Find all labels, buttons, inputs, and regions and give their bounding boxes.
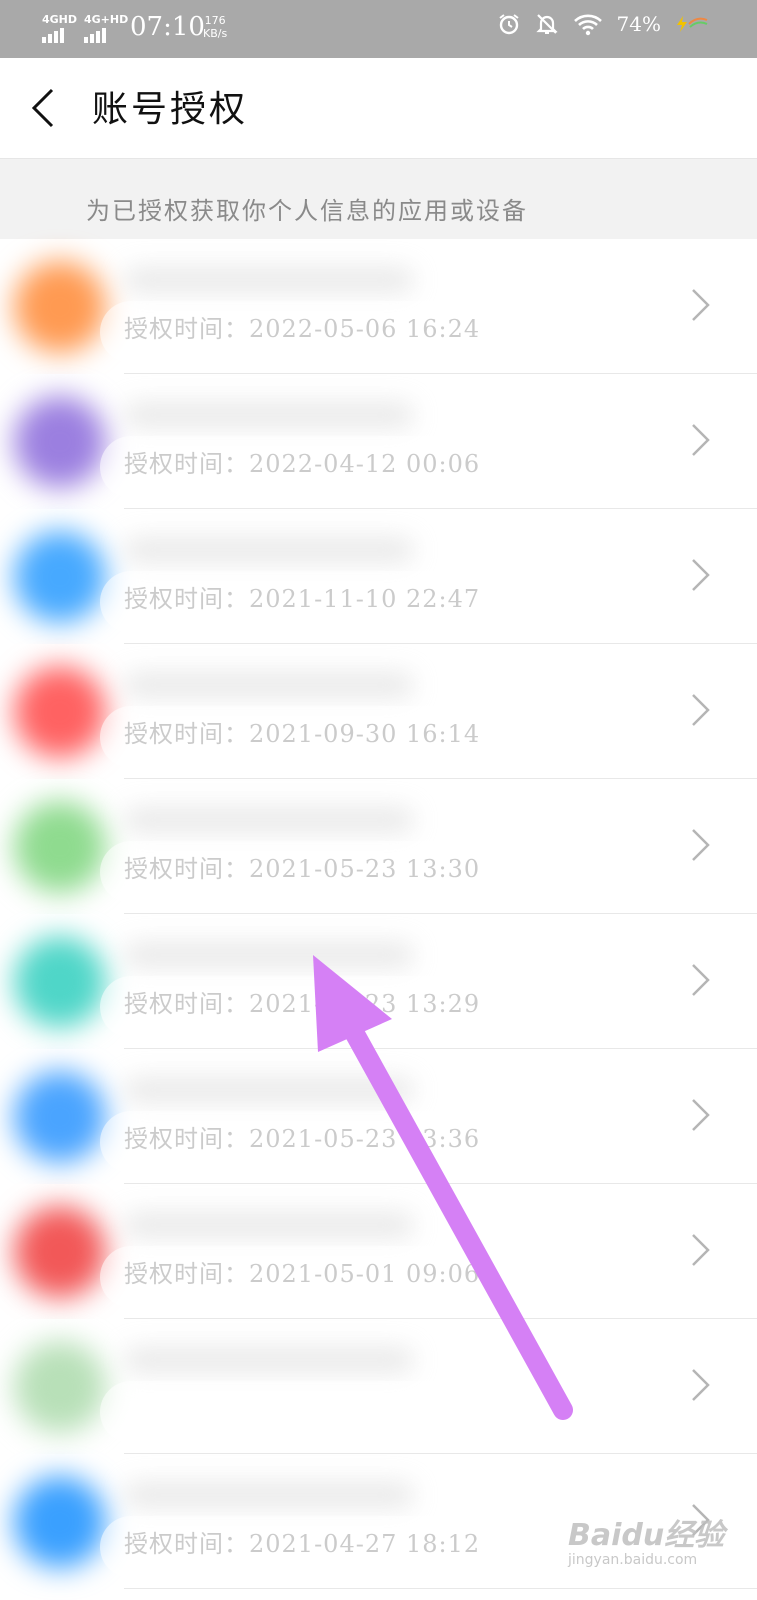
authorized-app-row[interactable]: 授权时间：2021-05-23 13:36 <box>0 1049 757 1184</box>
authorization-time: 授权时间：2021-04-27 18:12 <box>124 1530 481 1558</box>
chevron-right-icon <box>692 559 710 591</box>
back-arrow-icon <box>31 88 54 128</box>
app-name-redacted <box>124 807 414 833</box>
chevron-right-icon <box>692 1369 710 1401</box>
app-name-redacted <box>124 1212 414 1238</box>
app-name-redacted <box>124 1077 414 1103</box>
baidu-watermark: Baidu经验 jingyan.baidu.com <box>568 1510 724 1568</box>
redaction-smear <box>100 1381 757 1443</box>
app-icon <box>14 1071 106 1163</box>
chevron-right-icon <box>692 424 710 456</box>
authorized-app-row[interactable]: 授权时间：2021-09-30 16:14 <box>0 644 757 779</box>
alarm-icon <box>497 12 521 36</box>
authorization-time: 授权时间：2022-05-06 16:24 <box>124 315 481 343</box>
chevron-right-icon <box>692 1234 710 1266</box>
network-speed-value: 176 <box>204 14 226 27</box>
authorized-app-row[interactable]: 授权时间：2021-05-23 13:29 <box>0 914 757 1049</box>
app-icon <box>14 936 106 1028</box>
app-icon <box>14 1476 106 1568</box>
chevron-right-icon <box>692 289 710 321</box>
app-icon <box>14 1341 106 1433</box>
authorized-apps-list: 授权时间：2022-05-06 16:24 授权时间：2022-04-12 00:… <box>0 239 757 1589</box>
app-name-redacted <box>124 267 414 293</box>
app-icon <box>14 531 106 623</box>
app-icon <box>14 666 106 758</box>
chevron-right-icon <box>692 829 710 861</box>
chevron-right-icon <box>692 694 710 726</box>
authorized-app-row[interactable] <box>0 1319 757 1454</box>
authorization-time: 授权时间：2021-05-23 13:36 <box>124 1125 481 1153</box>
app-name-redacted <box>124 1482 414 1508</box>
signal-bars-icon <box>84 28 128 43</box>
chevron-right-icon <box>692 1099 710 1131</box>
authorization-time: 授权时间：2021-05-23 13:30 <box>124 855 481 883</box>
section-header: 为已授权获取你个人信息的应用或设备 <box>0 159 757 239</box>
chevron-right-icon <box>692 964 710 996</box>
status-bar: 4GHD 4G+HD 07:10 176 KB/s 74% <box>0 0 757 58</box>
authorized-app-row[interactable]: 授权时间：2022-04-12 00:06 <box>0 374 757 509</box>
authorized-app-row[interactable]: 授权时间：2022-05-06 16:24 <box>0 239 757 374</box>
app-name-redacted <box>124 942 414 968</box>
bell-muted-icon <box>535 12 559 36</box>
battery-percent: 74% <box>616 12 661 36</box>
page-title: 账号授权 <box>92 89 249 130</box>
app-name-redacted <box>124 402 414 428</box>
cellular-signal-1: 4GHD <box>42 14 77 43</box>
app-name-redacted <box>124 1347 414 1373</box>
authorized-app-row[interactable]: 授权时间：2021-11-10 22:47 <box>0 509 757 644</box>
app-icon <box>14 261 106 353</box>
cellular-signal-2: 4G+HD <box>84 14 128 43</box>
authorization-time: 授权时间：2021-05-01 09:06 <box>124 1260 481 1288</box>
title-bar: 账号授权 <box>0 58 757 159</box>
app-icon <box>14 801 106 893</box>
signal-2-label: 4G+HD <box>84 13 129 26</box>
app-icon <box>14 1206 106 1298</box>
signal-bars-icon <box>42 28 77 43</box>
signal-1-label: 4GHD <box>42 13 78 26</box>
authorized-app-row[interactable]: 授权时间：2021-05-01 09:06 <box>0 1184 757 1319</box>
authorization-time: 授权时间：2021-09-30 16:14 <box>124 720 481 748</box>
authorized-app-row[interactable]: 授权时间：2021-05-23 13:30 <box>0 779 757 914</box>
watermark-url: jingyan.baidu.com <box>568 1552 698 1568</box>
section-description: 为已授权获取你个人信息的应用或设备 <box>86 197 528 225</box>
app-name-redacted <box>124 537 414 563</box>
watermark-brand: Baidu经验 <box>568 1518 725 1553</box>
network-speed-unit: KB/s <box>203 27 228 40</box>
clock: 07:10 <box>130 12 205 42</box>
back-button[interactable] <box>26 86 66 130</box>
network-speed: 176 KB/s <box>203 14 227 40</box>
app-icon <box>14 396 106 488</box>
authorization-time: 授权时间：2022-04-12 00:06 <box>124 450 481 478</box>
charging-icon <box>675 14 709 34</box>
row-divider <box>124 1588 757 1589</box>
wifi-icon <box>573 12 603 36</box>
authorization-time: 授权时间：2021-11-10 22:47 <box>124 585 481 613</box>
app-name-redacted <box>124 672 414 698</box>
authorization-time: 授权时间：2021-05-23 13:29 <box>124 990 481 1018</box>
